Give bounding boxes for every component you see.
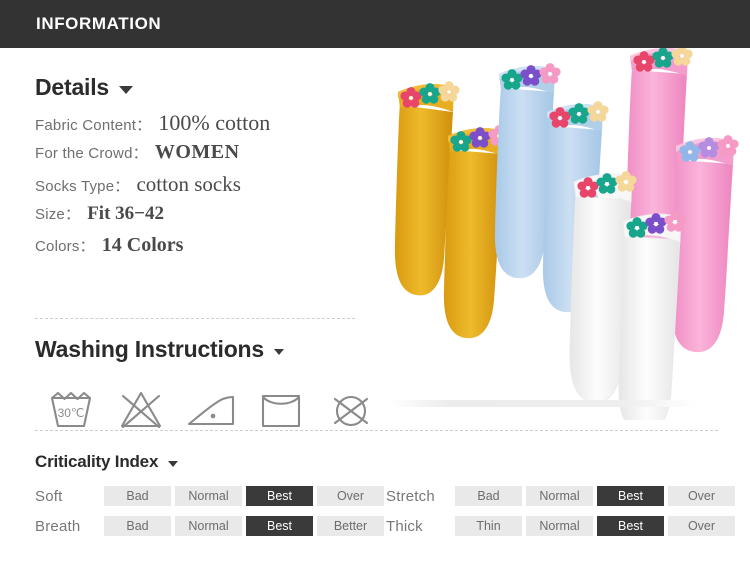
spec-value: 100% cotton [158,110,271,135]
criticality-badges: Bad Normal Best Over [455,486,735,506]
do-not-dry-clean-icon [333,395,369,427]
chevron-down-icon[interactable] [168,461,179,467]
criticality-badge[interactable]: Normal [526,516,593,536]
criticality-badge[interactable]: Bad [104,486,171,506]
chevron-down-icon[interactable] [274,348,284,355]
spec-row-socks-type: Socks Type： cotton socks [35,172,365,203]
drip-dry-icon [261,394,301,428]
spec-value: cotton socks [136,172,241,196]
criticality-badge[interactable]: Normal [526,486,593,506]
criticality-row-label: Soft [35,487,63,505]
details-section-header[interactable]: Details [35,74,134,101]
details-heading-label: Details [35,74,110,100]
criticality-badge[interactable]: Better [317,516,384,536]
criticality-row-label: Thick [386,517,423,535]
divider-specs [35,318,355,319]
criticality-badge[interactable]: Thin [455,516,522,536]
criticality-badge-active[interactable]: Best [597,516,664,536]
spec-row-colors: Colors： 14 Colors [35,234,365,265]
divider-main [35,430,718,431]
criticality-heading-label: Criticality Index [35,452,159,471]
criticality-badges: Bad Normal Best Better [104,516,384,536]
washing-instructions-header[interactable]: Washing Instructions [35,336,284,363]
criticality-badges: Bad Normal Best Over [104,486,384,506]
criticality-badge-active[interactable]: Best [246,486,313,506]
criticality-index-grid: Soft Bad Normal Best Over Stretch Bad No… [35,486,735,536]
criticality-badge[interactable]: Normal [175,486,242,506]
criticality-row-label: Stretch [386,487,435,505]
wash-30c-icon: 30℃ [50,391,92,428]
criticality-row-thick: Thick Thin Normal Best Over [386,516,735,536]
do-not-bleach-icon [120,391,162,429]
care-symbol-row: 30℃ [45,386,377,434]
product-information-panel: INFORMATION Details Fabric Content： 100%… [0,0,750,585]
criticality-badge-active[interactable]: Best [597,486,664,506]
spec-value: WOMEN [154,141,240,163]
criticality-badge-active[interactable]: Best [246,516,313,536]
criticality-index-header[interactable]: Criticality Index [35,452,179,472]
spec-value: 14 Colors [101,234,184,256]
information-header-bar: INFORMATION [0,0,750,48]
criticality-row-soft: Soft Bad Normal Best Over [35,486,386,506]
criticality-row-stretch: Stretch Bad Normal Best Over [386,486,735,506]
svg-text:30℃: 30℃ [58,406,85,420]
criticality-row-breath: Breath Bad Normal Best Better [35,516,386,536]
spec-row-size: Size： Fit 36−42 [35,203,365,234]
spec-row-fabric-content: Fabric Content： 100% cotton [35,110,365,141]
socks-product-photo [378,48,750,420]
criticality-badge[interactable]: Bad [455,486,522,506]
criticality-badges: Thin Normal Best Over [455,516,735,536]
criticality-row-label: Breath [35,517,81,535]
page-title: INFORMATION [36,14,162,33]
spec-label: Fabric Content： [35,117,152,134]
iron-low-icon [187,395,235,426]
criticality-badge[interactable]: Bad [104,516,171,536]
criticality-badge[interactable]: Over [317,486,384,506]
criticality-badge[interactable]: Normal [175,516,242,536]
chevron-down-icon[interactable] [119,86,134,94]
washing-heading-label: Washing Instructions [35,336,264,362]
spec-label: Colors： [35,238,95,255]
spec-label: For the Crowd： [35,145,148,162]
details-spec-list: Fabric Content： 100% cotton For the Crow… [35,110,365,265]
spec-label: Socks Type： [35,178,130,195]
spec-row-for-the-crowd: For the Crowd： WOMEN [35,141,365,172]
spec-label: Size： [35,206,81,223]
spec-value: Fit 36−42 [87,203,164,224]
criticality-badge[interactable]: Over [668,486,735,506]
criticality-badge[interactable]: Over [668,516,735,536]
